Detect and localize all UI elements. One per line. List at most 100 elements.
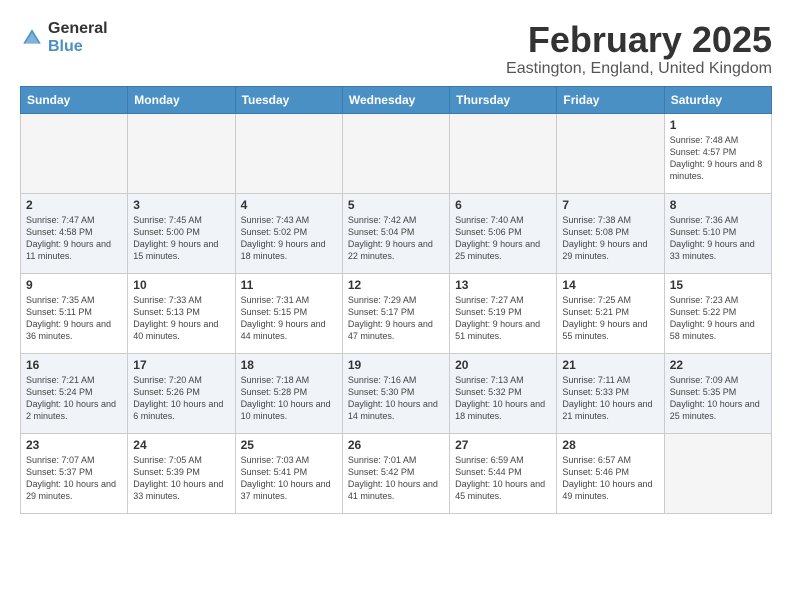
day-number: 17 (133, 358, 229, 372)
day-info: Sunrise: 7:13 AM Sunset: 5:32 PM Dayligh… (455, 374, 551, 423)
day-info: Sunrise: 7:20 AM Sunset: 5:26 PM Dayligh… (133, 374, 229, 423)
calendar-cell: 4Sunrise: 7:43 AM Sunset: 5:02 PM Daylig… (235, 193, 342, 273)
day-number: 14 (562, 278, 658, 292)
calendar-cell (235, 113, 342, 193)
day-number: 24 (133, 438, 229, 452)
logo-text: General Blue (48, 20, 108, 55)
day-info: Sunrise: 7:23 AM Sunset: 5:22 PM Dayligh… (670, 294, 766, 343)
day-info: Sunrise: 7:27 AM Sunset: 5:19 PM Dayligh… (455, 294, 551, 343)
weekday-header-tuesday: Tuesday (235, 86, 342, 113)
calendar-cell (128, 113, 235, 193)
day-info: Sunrise: 7:38 AM Sunset: 5:08 PM Dayligh… (562, 214, 658, 263)
day-info: Sunrise: 7:03 AM Sunset: 5:41 PM Dayligh… (241, 454, 337, 503)
calendar-cell: 28 Sunrise: 6:57 AM Sunset: 5:46 PM Dayli… (557, 433, 664, 513)
day-number: 2 (26, 198, 122, 212)
day-info: Sunrise: 7:07 AM Sunset: 5:37 PM Dayligh… (26, 454, 122, 503)
day-info: Sunrise: 7:40 AM Sunset: 5:06 PM Dayligh… (455, 214, 551, 263)
weekday-header-wednesday: Wednesday (342, 86, 449, 113)
calendar-cell: 17 Sunrise: 7:20 AM Sunset: 5:26 PM Dayli… (128, 353, 235, 433)
weekday-header-row: SundayMondayTuesdayWednesdayThursdayFrid… (21, 86, 772, 113)
weekday-header-monday: Monday (128, 86, 235, 113)
day-number: 13 (455, 278, 551, 292)
logo-icon (20, 26, 44, 50)
calendar-week-5: 23 Sunrise: 7:07 AM Sunset: 5:37 PM Dayli… (21, 433, 772, 513)
calendar-week-1: 1 Sunrise: 7:48 AM Sunset: 4:57 PM Daylig… (21, 113, 772, 193)
day-number: 18 (241, 358, 337, 372)
day-number: 4 (241, 198, 337, 212)
calendar-cell: 20 Sunrise: 7:13 AM Sunset: 5:32 PM Dayli… (450, 353, 557, 433)
day-number: 10 (133, 278, 229, 292)
day-number: 1 (670, 118, 766, 132)
title-block: February 2025 Eastington, England, Unite… (506, 20, 772, 78)
logo-blue: Blue (48, 38, 108, 56)
day-info: Sunrise: 7:29 AM Sunset: 5:17 PM Dayligh… (348, 294, 444, 343)
calendar-title: February 2025 (506, 20, 772, 60)
calendar-week-3: 9 Sunrise: 7:35 AM Sunset: 5:11 PM Daylig… (21, 273, 772, 353)
day-info: Sunrise: 7:35 AM Sunset: 5:11 PM Dayligh… (26, 294, 122, 343)
calendar-cell (557, 113, 664, 193)
calendar-cell: 23 Sunrise: 7:07 AM Sunset: 5:37 PM Dayli… (21, 433, 128, 513)
day-info: Sunrise: 7:21 AM Sunset: 5:24 PM Dayligh… (26, 374, 122, 423)
day-info: Sunrise: 6:59 AM Sunset: 5:44 PM Dayligh… (455, 454, 551, 503)
calendar-week-4: 16Sunrise: 7:21 AM Sunset: 5:24 PM Dayli… (21, 353, 772, 433)
calendar-cell: 1 Sunrise: 7:48 AM Sunset: 4:57 PM Daylig… (664, 113, 771, 193)
calendar-table: SundayMondayTuesdayWednesdayThursdayFrid… (20, 86, 772, 514)
calendar-cell: 25 Sunrise: 7:03 AM Sunset: 5:41 PM Dayli… (235, 433, 342, 513)
weekday-header-thursday: Thursday (450, 86, 557, 113)
weekday-header-saturday: Saturday (664, 86, 771, 113)
calendar-cell: 15Sunrise: 7:23 AM Sunset: 5:22 PM Dayli… (664, 273, 771, 353)
calendar-cell: 14 Sunrise: 7:25 AM Sunset: 5:21 PM Dayli… (557, 273, 664, 353)
calendar-cell: 26 Sunrise: 7:01 AM Sunset: 5:42 PM Dayli… (342, 433, 449, 513)
day-number: 20 (455, 358, 551, 372)
day-info: Sunrise: 7:11 AM Sunset: 5:33 PM Dayligh… (562, 374, 658, 423)
day-info: Sunrise: 7:25 AM Sunset: 5:21 PM Dayligh… (562, 294, 658, 343)
page-header: General Blue February 2025 Eastington, E… (20, 20, 772, 78)
calendar-cell: 3 Sunrise: 7:45 AM Sunset: 5:00 PM Daylig… (128, 193, 235, 273)
day-number: 21 (562, 358, 658, 372)
day-info: Sunrise: 6:57 AM Sunset: 5:46 PM Dayligh… (562, 454, 658, 503)
calendar-cell: 8Sunrise: 7:36 AM Sunset: 5:10 PM Daylig… (664, 193, 771, 273)
day-info: Sunrise: 7:01 AM Sunset: 5:42 PM Dayligh… (348, 454, 444, 503)
day-number: 22 (670, 358, 766, 372)
day-info: Sunrise: 7:42 AM Sunset: 5:04 PM Dayligh… (348, 214, 444, 263)
calendar-cell: 9 Sunrise: 7:35 AM Sunset: 5:11 PM Daylig… (21, 273, 128, 353)
day-info: Sunrise: 7:31 AM Sunset: 5:15 PM Dayligh… (241, 294, 337, 343)
day-number: 3 (133, 198, 229, 212)
day-info: Sunrise: 7:36 AM Sunset: 5:10 PM Dayligh… (670, 214, 766, 263)
calendar-cell: 12 Sunrise: 7:29 AM Sunset: 5:17 PM Dayli… (342, 273, 449, 353)
day-number: 23 (26, 438, 122, 452)
calendar-week-2: 2 Sunrise: 7:47 AM Sunset: 4:58 PM Daylig… (21, 193, 772, 273)
weekday-header-friday: Friday (557, 86, 664, 113)
day-number: 26 (348, 438, 444, 452)
calendar-cell (21, 113, 128, 193)
day-number: 25 (241, 438, 337, 452)
day-info: Sunrise: 7:45 AM Sunset: 5:00 PM Dayligh… (133, 214, 229, 263)
calendar-cell: 7 Sunrise: 7:38 AM Sunset: 5:08 PM Daylig… (557, 193, 664, 273)
day-info: Sunrise: 7:48 AM Sunset: 4:57 PM Dayligh… (670, 134, 766, 183)
calendar-cell: 16Sunrise: 7:21 AM Sunset: 5:24 PM Dayli… (21, 353, 128, 433)
day-number: 12 (348, 278, 444, 292)
calendar-cell: 27 Sunrise: 6:59 AM Sunset: 5:44 PM Dayli… (450, 433, 557, 513)
calendar-cell: 11Sunrise: 7:31 AM Sunset: 5:15 PM Dayli… (235, 273, 342, 353)
calendar-cell (450, 113, 557, 193)
day-info: Sunrise: 7:16 AM Sunset: 5:30 PM Dayligh… (348, 374, 444, 423)
day-number: 27 (455, 438, 551, 452)
calendar-cell: 13 Sunrise: 7:27 AM Sunset: 5:19 PM Dayli… (450, 273, 557, 353)
day-info: Sunrise: 7:33 AM Sunset: 5:13 PM Dayligh… (133, 294, 229, 343)
day-number: 9 (26, 278, 122, 292)
logo: General Blue (20, 20, 108, 55)
calendar-cell: 22Sunrise: 7:09 AM Sunset: 5:35 PM Dayli… (664, 353, 771, 433)
day-number: 7 (562, 198, 658, 212)
day-info: Sunrise: 7:47 AM Sunset: 4:58 PM Dayligh… (26, 214, 122, 263)
calendar-cell: 6Sunrise: 7:40 AM Sunset: 5:06 PM Daylig… (450, 193, 557, 273)
calendar-cell: 18 Sunrise: 7:18 AM Sunset: 5:28 PM Dayli… (235, 353, 342, 433)
day-number: 5 (348, 198, 444, 212)
calendar-cell (342, 113, 449, 193)
weekday-header-sunday: Sunday (21, 86, 128, 113)
day-number: 28 (562, 438, 658, 452)
calendar-header: SundayMondayTuesdayWednesdayThursdayFrid… (21, 86, 772, 113)
calendar-cell: 10 Sunrise: 7:33 AM Sunset: 5:13 PM Dayli… (128, 273, 235, 353)
day-info: Sunrise: 7:05 AM Sunset: 5:39 PM Dayligh… (133, 454, 229, 503)
day-info: Sunrise: 7:18 AM Sunset: 5:28 PM Dayligh… (241, 374, 337, 423)
calendar-cell: 5 Sunrise: 7:42 AM Sunset: 5:04 PM Daylig… (342, 193, 449, 273)
